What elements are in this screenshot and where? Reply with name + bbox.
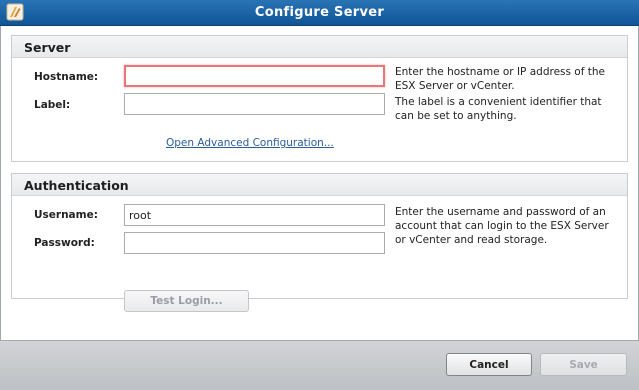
server-section: Server Hostname: Label: Enter the hostna…	[11, 35, 628, 162]
dialog-title: Configure Server	[254, 5, 385, 20]
username-input[interactable]	[124, 204, 385, 226]
label-field-label: Label:	[34, 99, 71, 111]
authentication-section: Authentication Username: Password: Enter…	[11, 173, 628, 312]
authentication-section-heading: Authentication	[12, 174, 627, 196]
server-section-heading: Server	[12, 36, 627, 58]
cancel-button[interactable]: Cancel	[446, 353, 532, 376]
title-bar: Configure Server	[0, 0, 639, 26]
test-login-button[interactable]: Test Login...	[124, 290, 249, 312]
password-label: Password:	[34, 237, 95, 249]
authentication-help-text: Enter the username and password of an ac…	[395, 206, 609, 246]
dialog-body: Server Hostname: Label: Enter the hostna…	[0, 26, 639, 340]
label-help-text: The label is a convenient identifier tha…	[395, 96, 602, 122]
hostname-help-text: Enter the hostname or IP address of the …	[395, 66, 605, 92]
username-label: Username:	[34, 209, 98, 221]
dialog-footer: Cancel Save	[0, 340, 639, 390]
hostname-label: Hostname:	[34, 71, 99, 83]
hostname-input[interactable]	[124, 65, 385, 87]
open-advanced-configuration-link[interactable]: Open Advanced Configuration...	[166, 137, 334, 149]
password-input[interactable]	[124, 232, 385, 254]
save-button[interactable]: Save	[540, 353, 627, 376]
label-input[interactable]	[124, 93, 385, 115]
